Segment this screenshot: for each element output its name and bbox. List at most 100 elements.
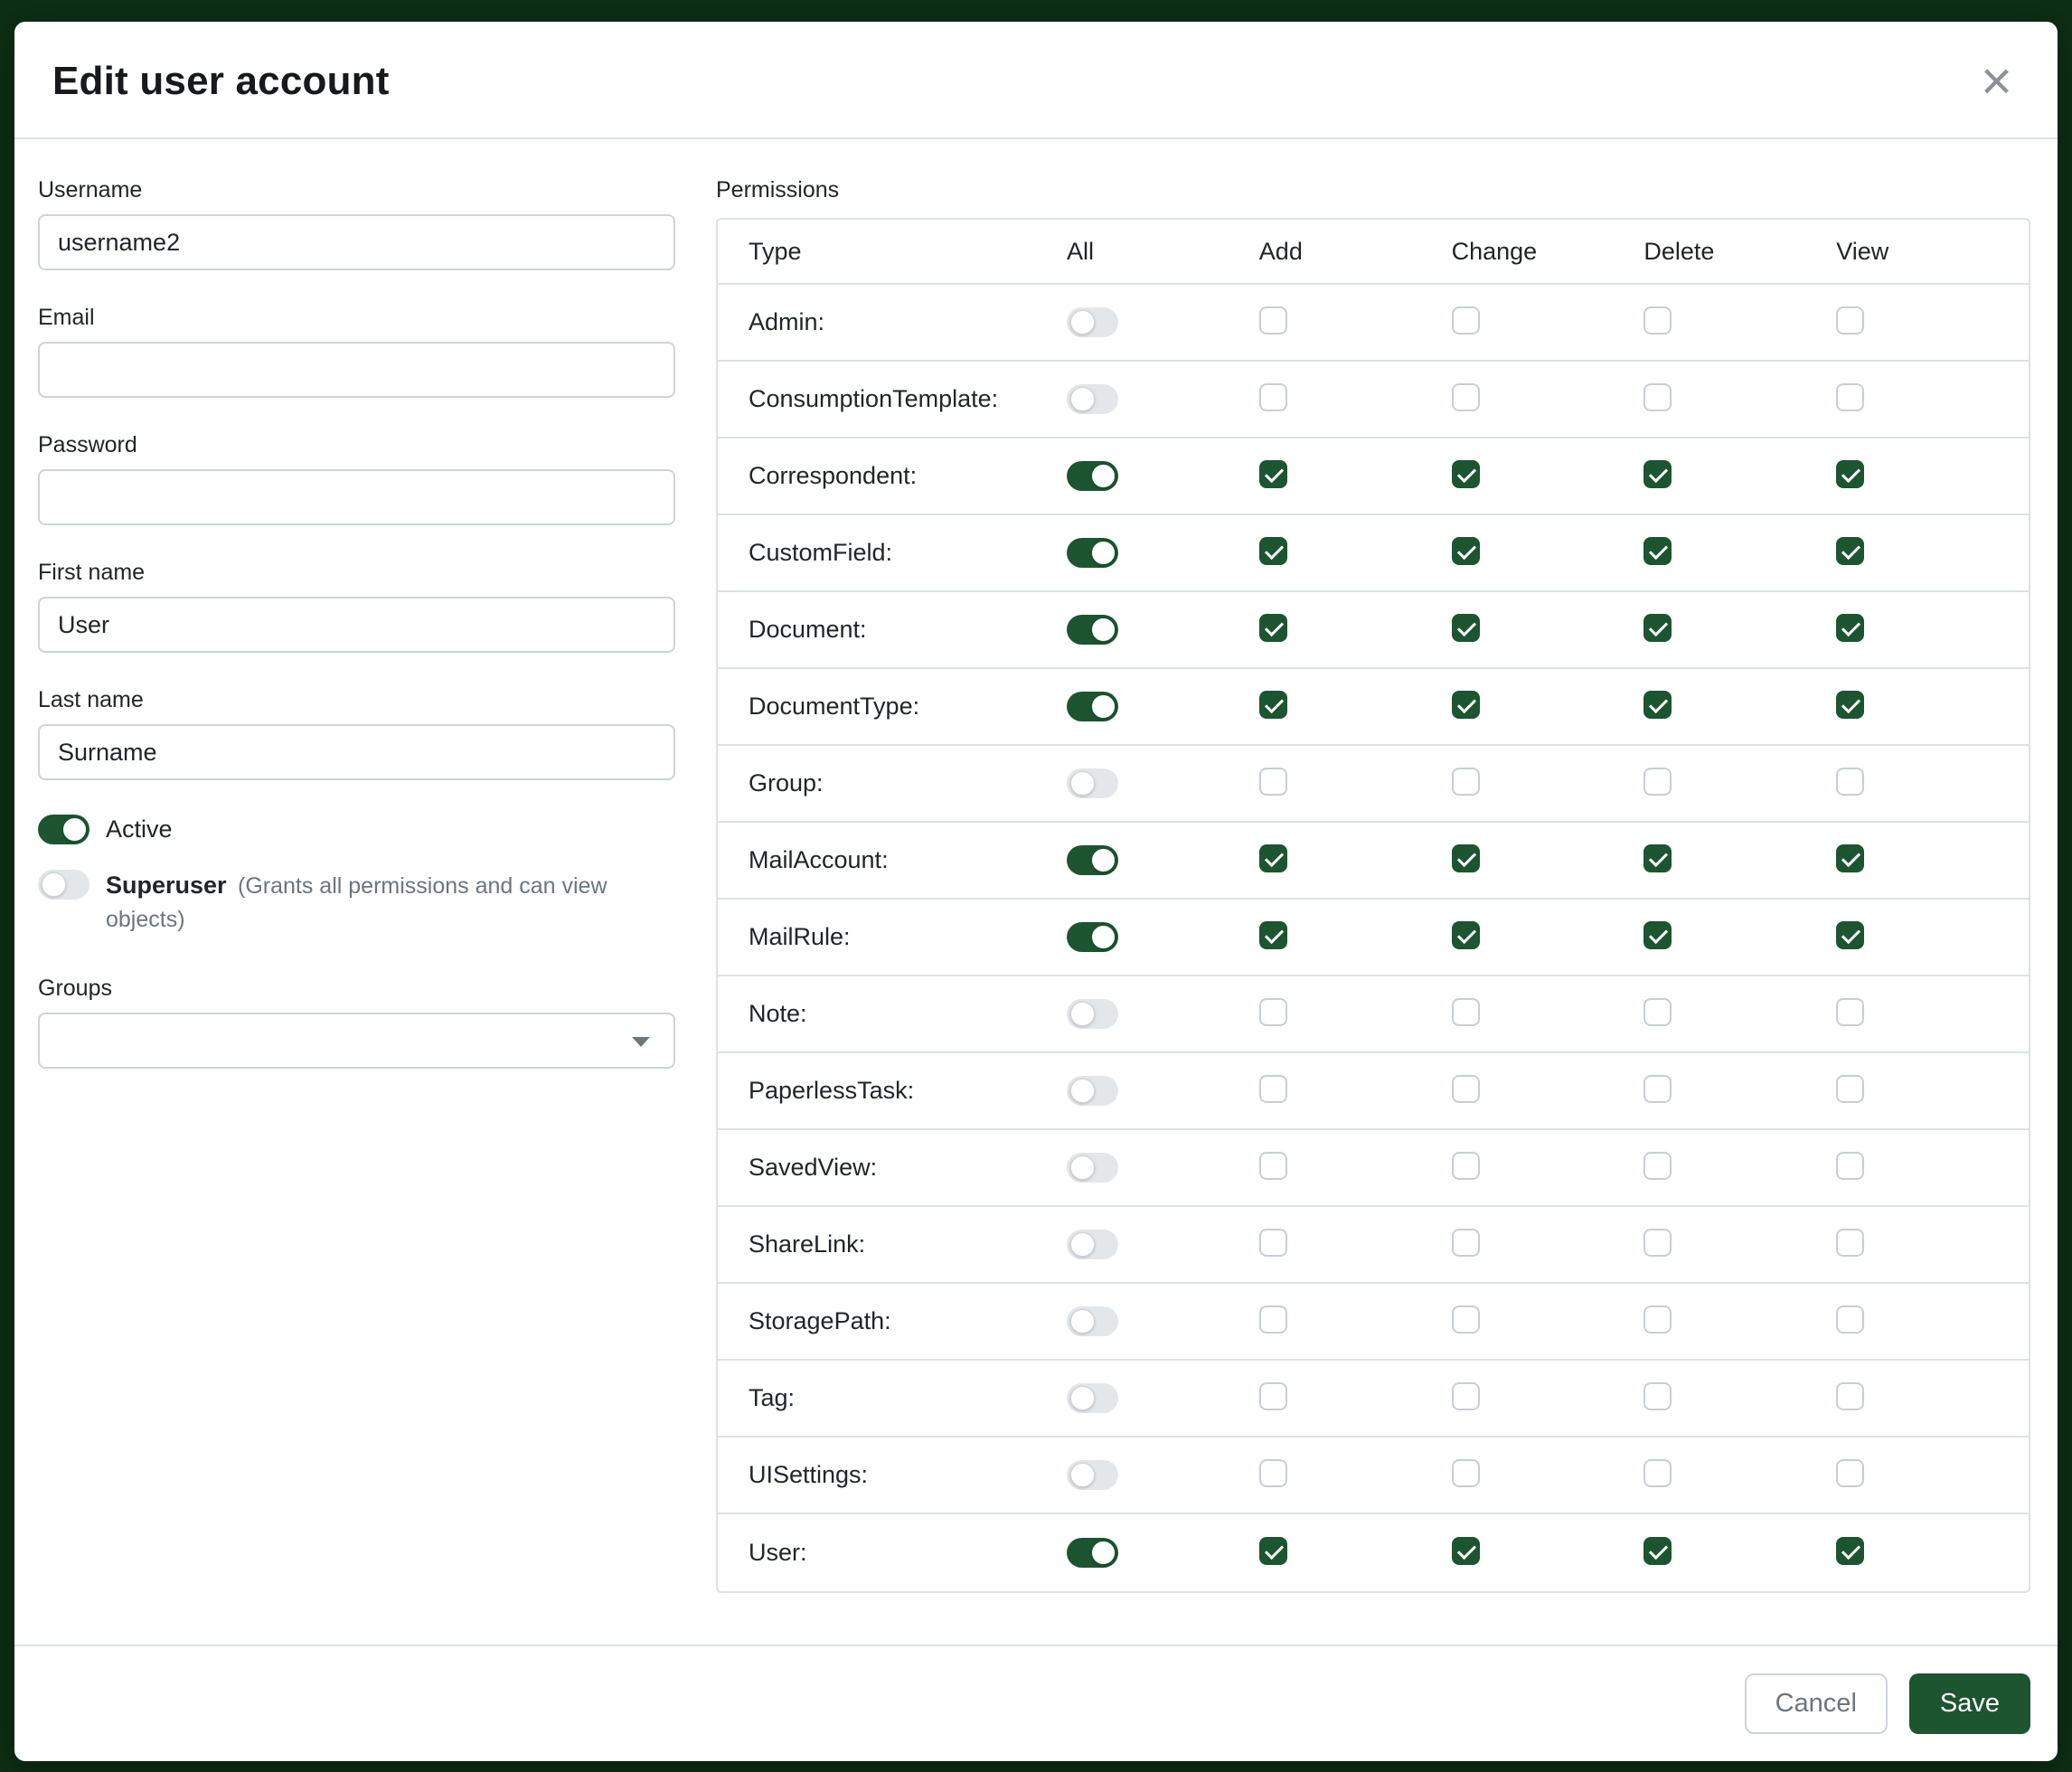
permission-add-checkbox[interactable]	[1259, 1305, 1287, 1334]
permission-change-checkbox[interactable]	[1452, 1152, 1480, 1180]
permission-add-checkbox[interactable]	[1259, 921, 1287, 949]
permission-change-checkbox[interactable]	[1452, 1537, 1480, 1565]
permission-add-checkbox[interactable]	[1259, 460, 1287, 488]
permission-delete-checkbox[interactable]	[1643, 691, 1672, 719]
permission-all-toggle[interactable]	[1067, 384, 1118, 414]
permission-change-checkbox[interactable]	[1452, 1459, 1480, 1487]
permission-view-checkbox[interactable]	[1836, 460, 1864, 488]
table-row: Admin:	[718, 285, 2029, 362]
permission-add-checkbox[interactable]	[1259, 1382, 1287, 1410]
close-icon[interactable]: ×	[1975, 54, 2018, 108]
permission-delete-checkbox[interactable]	[1643, 921, 1672, 949]
permission-all-toggle[interactable]	[1067, 845, 1118, 875]
permission-all-toggle[interactable]	[1067, 692, 1118, 721]
permission-change-checkbox[interactable]	[1452, 1305, 1480, 1334]
permission-view-checkbox[interactable]	[1836, 844, 1864, 872]
permission-add-checkbox[interactable]	[1259, 614, 1287, 642]
permission-view-checkbox[interactable]	[1836, 691, 1864, 719]
table-row: CustomField:	[718, 515, 2029, 592]
permission-view-checkbox[interactable]	[1836, 1537, 1864, 1565]
active-toggle[interactable]	[38, 815, 89, 844]
permission-delete-checkbox[interactable]	[1643, 306, 1672, 335]
permission-view-checkbox[interactable]	[1836, 1229, 1864, 1257]
permission-view-checkbox[interactable]	[1836, 383, 1864, 411]
column-header-all: All	[1067, 238, 1259, 266]
permission-change-checkbox[interactable]	[1452, 537, 1480, 565]
permission-all-toggle[interactable]	[1067, 307, 1118, 337]
permission-delete-checkbox[interactable]	[1643, 844, 1672, 872]
permission-change-checkbox[interactable]	[1452, 460, 1480, 488]
permission-add-checkbox[interactable]	[1259, 1459, 1287, 1487]
last-name-field[interactable]	[38, 724, 675, 780]
permission-change-checkbox[interactable]	[1452, 306, 1480, 335]
permission-all-toggle[interactable]	[1067, 922, 1118, 952]
permission-delete-checkbox[interactable]	[1643, 1075, 1672, 1103]
permission-all-toggle[interactable]	[1067, 615, 1118, 645]
permission-delete-checkbox[interactable]	[1643, 1382, 1672, 1410]
permission-add-checkbox[interactable]	[1259, 691, 1287, 719]
permission-delete-checkbox[interactable]	[1643, 1537, 1672, 1565]
permission-all-toggle[interactable]	[1067, 1153, 1118, 1183]
permission-change-checkbox[interactable]	[1452, 614, 1480, 642]
permission-view-checkbox[interactable]	[1836, 921, 1864, 949]
permission-change-checkbox[interactable]	[1452, 844, 1480, 872]
permission-delete-checkbox[interactable]	[1643, 537, 1672, 565]
permission-change-checkbox[interactable]	[1452, 691, 1480, 719]
permission-delete-checkbox[interactable]	[1643, 768, 1672, 796]
permission-change-checkbox[interactable]	[1452, 1075, 1480, 1103]
permission-change-checkbox[interactable]	[1452, 1229, 1480, 1257]
permission-all-toggle[interactable]	[1067, 768, 1118, 798]
permission-all-toggle[interactable]	[1067, 1383, 1118, 1413]
permission-view-checkbox[interactable]	[1836, 614, 1864, 642]
permission-delete-checkbox[interactable]	[1643, 460, 1672, 488]
permission-change-checkbox[interactable]	[1452, 383, 1480, 411]
permission-all-toggle[interactable]	[1067, 1306, 1118, 1336]
permission-delete-checkbox[interactable]	[1643, 383, 1672, 411]
permission-all-toggle[interactable]	[1067, 1538, 1118, 1568]
permission-all-toggle[interactable]	[1067, 1460, 1118, 1490]
permission-add-checkbox[interactable]	[1259, 383, 1287, 411]
superuser-toggle[interactable]	[38, 870, 89, 900]
save-button[interactable]: Save	[1909, 1673, 2030, 1734]
permission-view-checkbox[interactable]	[1836, 1459, 1864, 1487]
permission-view-checkbox[interactable]	[1836, 1305, 1864, 1334]
username-input[interactable]	[38, 214, 675, 270]
permission-delete-checkbox[interactable]	[1643, 1305, 1672, 1334]
permission-view-checkbox[interactable]	[1836, 768, 1864, 796]
groups-select[interactable]	[38, 1013, 675, 1069]
permission-add-checkbox[interactable]	[1259, 1229, 1287, 1257]
permission-add-checkbox[interactable]	[1259, 1152, 1287, 1180]
permission-change-checkbox[interactable]	[1452, 921, 1480, 949]
permission-view-checkbox[interactable]	[1836, 306, 1864, 335]
permission-all-toggle[interactable]	[1067, 999, 1118, 1029]
permission-all-toggle[interactable]	[1067, 461, 1118, 491]
permission-add-checkbox[interactable]	[1259, 537, 1287, 565]
email-field[interactable]	[38, 342, 675, 398]
permission-delete-checkbox[interactable]	[1643, 614, 1672, 642]
permission-change-checkbox[interactable]	[1452, 768, 1480, 796]
permission-delete-checkbox[interactable]	[1643, 1459, 1672, 1487]
password-field[interactable]	[38, 469, 675, 525]
permission-view-checkbox[interactable]	[1836, 1382, 1864, 1410]
permission-all-toggle[interactable]	[1067, 1230, 1118, 1259]
first-name-field[interactable]	[38, 597, 675, 653]
column-header-view: View	[1836, 238, 2029, 266]
permission-add-checkbox[interactable]	[1259, 306, 1287, 335]
permission-view-checkbox[interactable]	[1836, 1075, 1864, 1103]
permission-add-checkbox[interactable]	[1259, 768, 1287, 796]
permission-view-checkbox[interactable]	[1836, 537, 1864, 565]
permission-delete-checkbox[interactable]	[1643, 998, 1672, 1026]
permission-add-checkbox[interactable]	[1259, 998, 1287, 1026]
permission-delete-checkbox[interactable]	[1643, 1152, 1672, 1180]
permission-view-checkbox[interactable]	[1836, 1152, 1864, 1180]
permission-view-checkbox[interactable]	[1836, 998, 1864, 1026]
permission-delete-checkbox[interactable]	[1643, 1229, 1672, 1257]
permission-add-checkbox[interactable]	[1259, 1075, 1287, 1103]
permission-all-toggle[interactable]	[1067, 1076, 1118, 1106]
permission-change-checkbox[interactable]	[1452, 1382, 1480, 1410]
permission-change-checkbox[interactable]	[1452, 998, 1480, 1026]
cancel-button[interactable]: Cancel	[1745, 1673, 1888, 1734]
permission-add-checkbox[interactable]	[1259, 1537, 1287, 1565]
permission-all-toggle[interactable]	[1067, 538, 1118, 568]
permission-add-checkbox[interactable]	[1259, 844, 1287, 872]
